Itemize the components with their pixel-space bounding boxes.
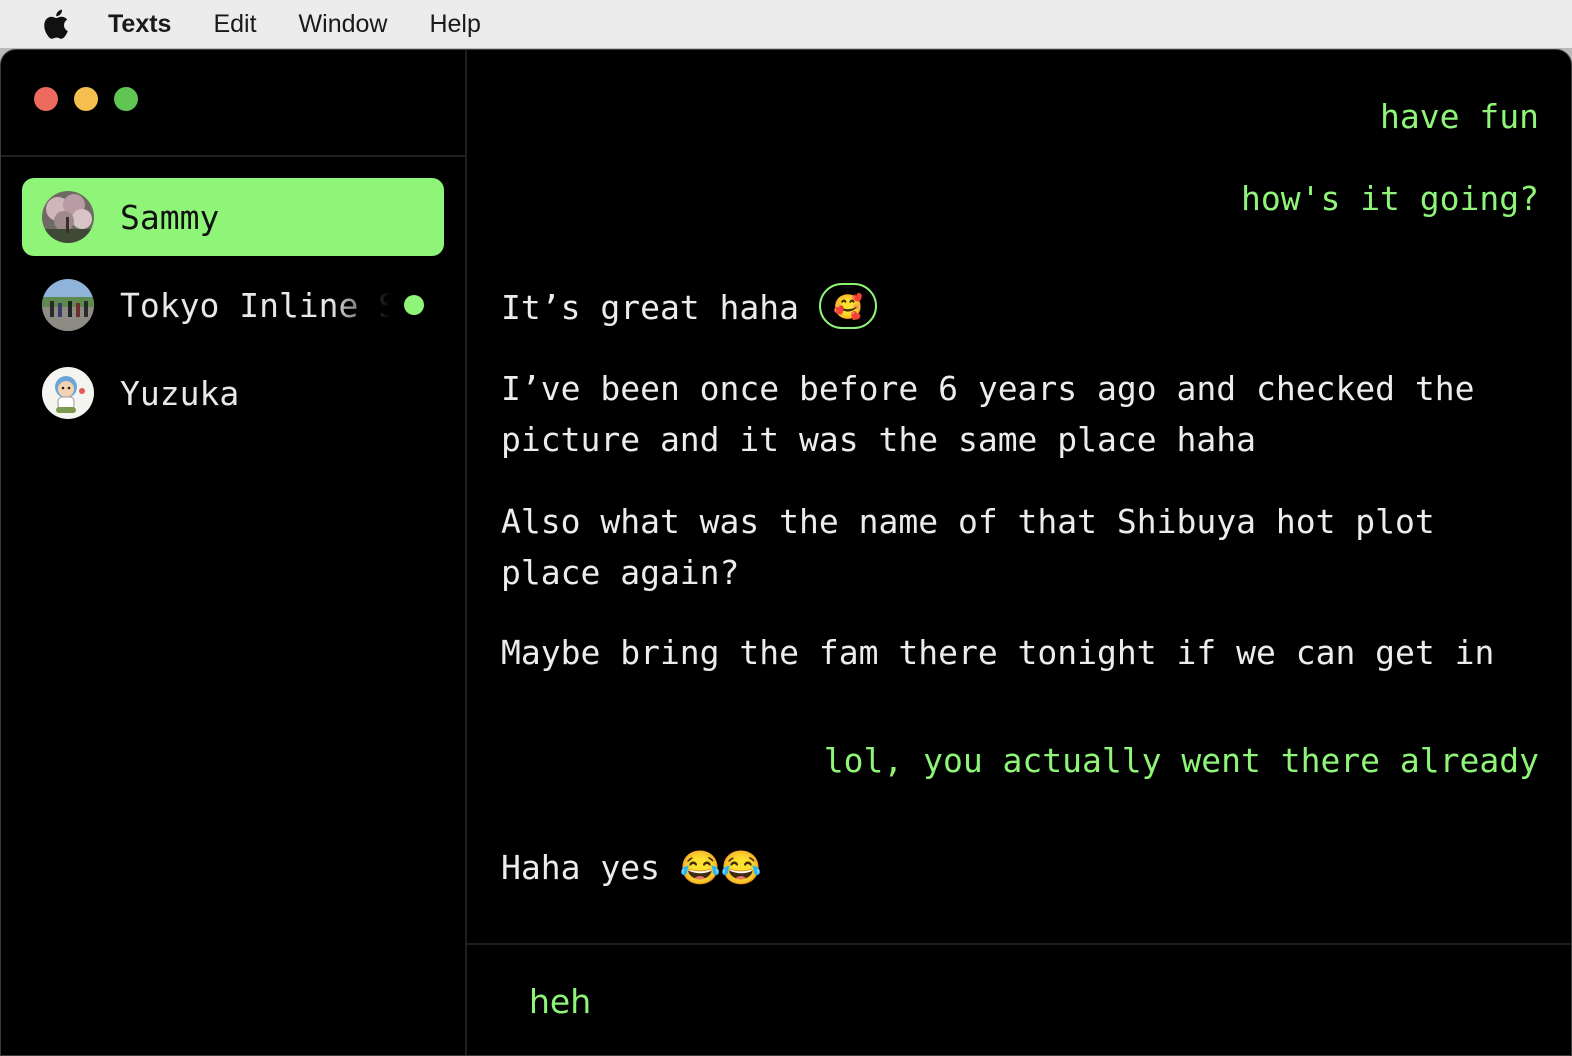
message-outgoing: have fun — [1380, 97, 1539, 136]
reaction-badge[interactable]: 🥰 — [819, 282, 878, 329]
contact-item-yuzuka[interactable]: Yuzuka — [22, 354, 444, 432]
close-window-button[interactable] — [34, 87, 58, 111]
message-line: Also what was the name of that Shibuya h… — [501, 502, 1435, 541]
menu-help[interactable]: Help — [429, 10, 480, 39]
avatar — [42, 279, 94, 331]
contact-name: Tokyo Inline Skating — [120, 285, 390, 325]
minimize-window-button[interactable] — [74, 87, 98, 111]
avatar — [42, 367, 94, 419]
message-thread: have fun how's it going? It’s great haha… — [467, 50, 1571, 943]
message-input[interactable] — [529, 977, 1429, 1025]
message-line: I’ve been once before 6 years ago and ch… — [501, 369, 1475, 408]
message-incoming: It’s great haha 🥰 — [501, 282, 878, 333]
menu-bar: Texts Edit Window Help — [0, 0, 1572, 48]
zoom-window-button[interactable] — [114, 87, 138, 111]
title-bar — [1, 50, 465, 157]
sidebar: Sammy Tokyo Inline Skating — [1, 50, 467, 1055]
message-outgoing: how's it going? — [1240, 179, 1539, 218]
message-outgoing: lol, you actually went there already — [823, 741, 1539, 780]
message-incoming: Also what was the name of that Shibuya h… — [501, 496, 1435, 598]
message-incoming: Haha yes 😂😂 — [501, 848, 762, 887]
avatar — [42, 191, 94, 243]
unread-indicator — [404, 295, 424, 315]
contact-item-sammy[interactable]: Sammy — [22, 178, 444, 256]
menu-window[interactable]: Window — [299, 10, 388, 39]
contact-item-tokyo-inline-skating[interactable]: Tokyo Inline Skating — [22, 266, 444, 344]
message-line: picture and it was the same place haha — [501, 420, 1256, 459]
contact-name: Sammy — [120, 197, 220, 237]
contact-list: Sammy Tokyo Inline Skating — [1, 157, 465, 432]
composer — [467, 943, 1571, 1055]
message-incoming: Maybe bring the fam there tonight if we … — [501, 633, 1495, 672]
contact-name: Yuzuka — [120, 373, 240, 413]
menu-texts[interactable]: Texts — [108, 10, 171, 39]
apple-logo-icon[interactable] — [40, 7, 70, 41]
message-incoming: I’ve been once before 6 years ago and ch… — [501, 363, 1475, 465]
message-text: It’s great haha — [501, 288, 800, 327]
message-line: place again? — [501, 553, 740, 592]
app-window: Sammy Tokyo Inline Skating — [0, 49, 1572, 1056]
menu-edit[interactable]: Edit — [213, 10, 256, 39]
